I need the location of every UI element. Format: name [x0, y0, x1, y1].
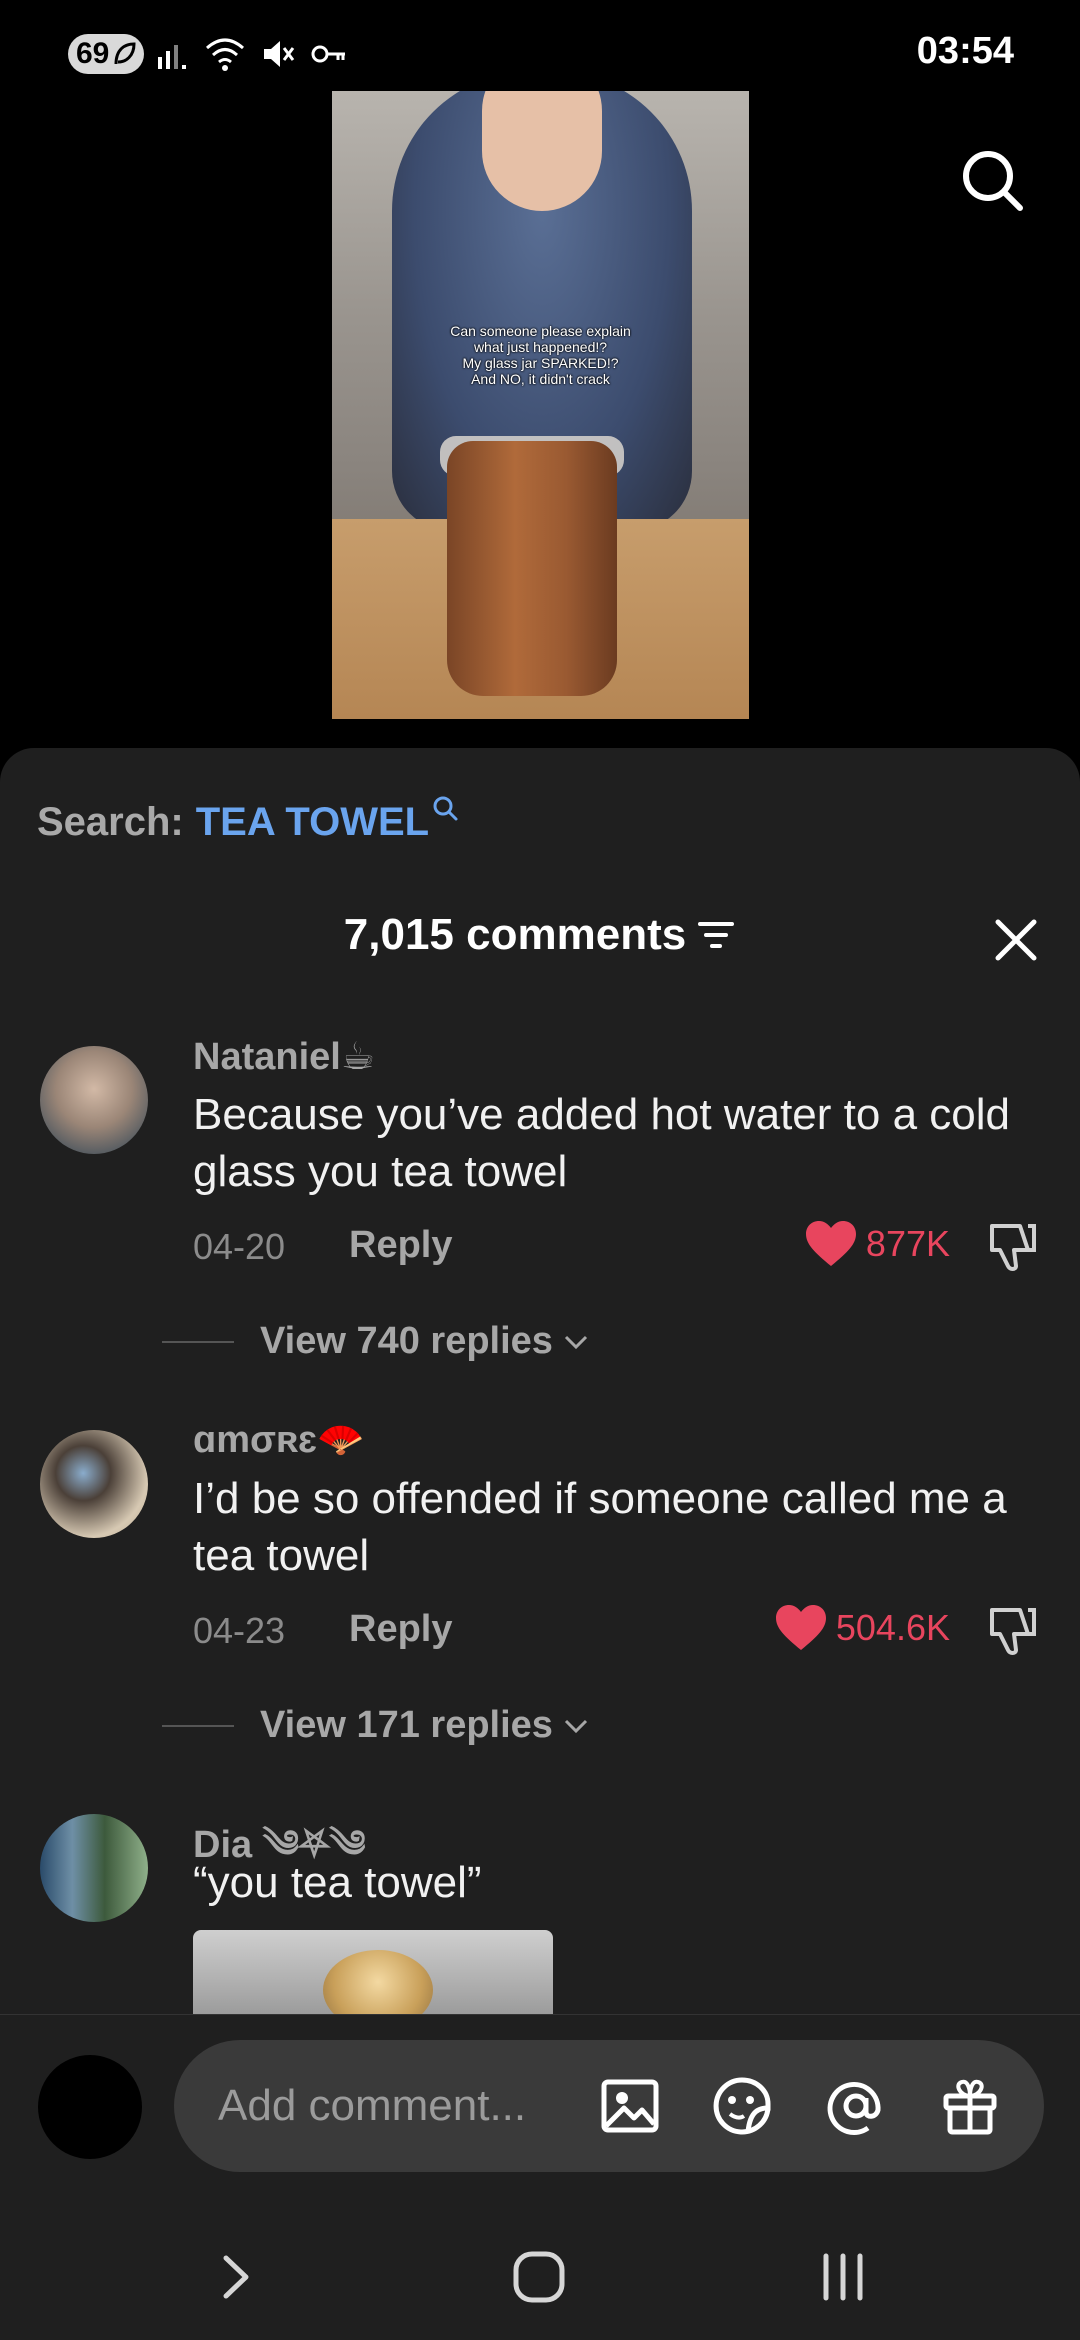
video-jar — [447, 441, 617, 696]
avatar[interactable] — [40, 1046, 148, 1154]
search-icon[interactable] — [958, 146, 1028, 216]
reply-button[interactable]: Reply — [349, 1224, 452, 1267]
mute-icon — [264, 41, 295, 67]
mention-icon[interactable] — [824, 2074, 888, 2138]
divider — [162, 1724, 234, 1727]
system-navigation-bar — [0, 2214, 1080, 2340]
view-replies-button[interactable]: View 740 replies — [162, 1320, 589, 1363]
video-caption: Can someone please explain what just hap… — [372, 323, 709, 387]
sticker-icon[interactable] — [710, 2074, 774, 2138]
video-caption-line: Can someone please explain — [450, 323, 631, 339]
dislike-icon[interactable] — [986, 1604, 1040, 1658]
sort-filter-icon[interactable] — [696, 918, 736, 952]
comment-text: Because you’ve added hot water to a cold… — [193, 1090, 1010, 1196]
video-caption-line: My glass jar SPARKED!? — [462, 355, 619, 371]
search-icon — [433, 796, 458, 821]
heart-icon — [805, 1221, 856, 1266]
reply-button[interactable]: Reply — [349, 1608, 452, 1651]
avatar[interactable] — [38, 2055, 142, 2159]
video-figure-head — [482, 91, 602, 211]
video-player[interactable]: Can someone please explain what just hap… — [332, 91, 749, 719]
comment-image[interactable] — [193, 1930, 553, 2014]
chevron-down-icon — [564, 1335, 588, 1349]
home-icon[interactable] — [504, 2242, 574, 2312]
status-bar: 69 03:54 — [0, 0, 1080, 100]
like-count: 877K — [865, 1223, 950, 1264]
comment-text: “you tea towel” — [193, 1858, 482, 1907]
video-caption-line: And NO, it didn't crack — [471, 371, 610, 387]
video-caption-line: what just happened!? — [473, 339, 608, 355]
signal-icon — [158, 45, 186, 69]
image-icon[interactable] — [598, 2074, 662, 2138]
gift-icon[interactable] — [938, 2074, 1002, 2138]
view-replies-button[interactable]: View 171 replies — [162, 1704, 589, 1747]
dislike-icon[interactable] — [986, 1220, 1040, 1274]
like-count: 504.6K — [835, 1607, 950, 1648]
view-replies-label: View 171 replies — [260, 1704, 553, 1746]
avatar[interactable] — [40, 1814, 148, 1922]
clock: 03:54 — [916, 30, 1014, 72]
related-search-term[interactable]: TEA TOWEL — [196, 800, 429, 845]
battery-indicator: 69 — [68, 34, 144, 74]
like-button[interactable]: 877K — [804, 1220, 950, 1268]
related-search[interactable]: Search: TEA TOWEL — [37, 796, 459, 845]
related-search-label: Search: — [37, 800, 184, 844]
comment-image-content — [323, 1950, 433, 2014]
comments-header: 7,015 comments — [0, 910, 1080, 960]
battery-level: 69 — [76, 37, 110, 70]
comments-count: 7,015 comments — [343, 910, 687, 959]
comment-username[interactable]: Nataniel☕ — [193, 1034, 375, 1079]
comment-date: 04-20 — [193, 1226, 286, 1267]
comment-text: I’d be so offended if someone called me … — [193, 1474, 1007, 1580]
close-icon[interactable] — [992, 916, 1040, 964]
divider — [162, 1340, 234, 1343]
comment-input-pill[interactable] — [174, 2040, 1044, 2172]
view-replies-label: View 740 replies — [260, 1320, 553, 1362]
like-button[interactable]: 504.6K — [774, 1604, 950, 1652]
comment-date: 04-23 — [193, 1610, 286, 1651]
comment-input[interactable] — [218, 2076, 618, 2136]
comment-username[interactable]: ɑmσʀɛ🪭 — [193, 1418, 364, 1462]
vpn-key-icon — [311, 45, 345, 63]
power-saving-icon — [114, 42, 136, 65]
recent-apps-icon[interactable] — [808, 2242, 878, 2312]
heart-icon — [775, 1605, 826, 1650]
chevron-down-icon — [564, 1719, 588, 1733]
avatar[interactable] — [40, 1430, 148, 1538]
wifi-icon — [206, 38, 244, 71]
back-icon[interactable] — [200, 2242, 270, 2312]
